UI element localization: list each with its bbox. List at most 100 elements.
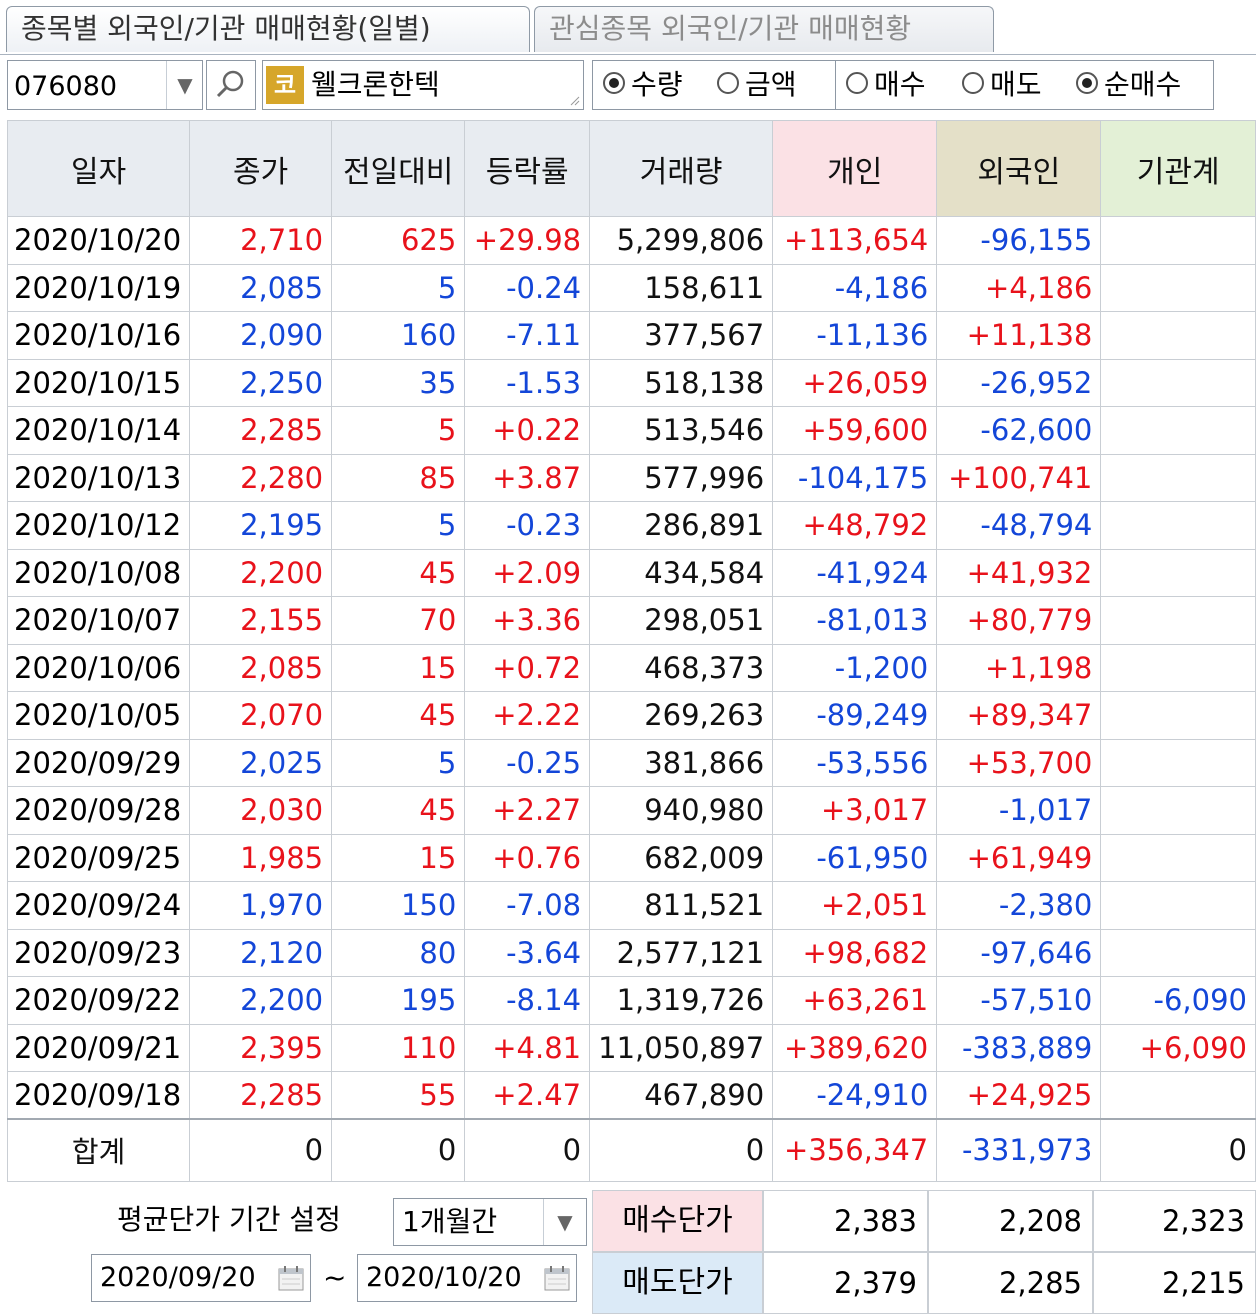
cell-date: 2020/09/28 [6, 786, 191, 835]
header-close[interactable]: 종가 [189, 120, 333, 217]
radio-amount[interactable]: 금액 [717, 61, 797, 109]
date-range-separator: ~ [323, 1261, 347, 1294]
cell-institution [1100, 501, 1256, 550]
cell-foreign: -2,380 [936, 881, 1102, 930]
cell-volume: 269,263 [589, 691, 774, 740]
header-volume[interactable]: 거래량 [589, 120, 774, 217]
table-row[interactable]: 2020/09/29 2,025 5 -0.25 381,866 -53,556 +53,7… [6, 738, 1256, 787]
table-row[interactable]: 2020/09/25 1,985 15 +0.76 682,009 -61,950 +61,… [6, 833, 1256, 882]
table-row[interactable]: 2020/09/18 2,285 55 +2.47 467,890 -24,910 +24,… [6, 1071, 1256, 1120]
cell-rate: -0.24 [464, 263, 591, 312]
radio-buy[interactable]: 매수 [846, 61, 926, 109]
cell-foreign: +41,932 [936, 548, 1102, 597]
cell-change: 150 [331, 881, 466, 930]
search-button[interactable] [206, 60, 256, 110]
cell-foreign: +24,925 [936, 1071, 1102, 1120]
table-row[interactable]: 2020/09/23 2,120 80 -3.64 2,577,121 +98,682 -9… [6, 928, 1256, 977]
cell-individual: +98,682 [772, 928, 938, 977]
table-row[interactable]: 2020/10/08 2,200 45 +2.09 434,584 -41,924 +41,… [6, 548, 1256, 597]
table-body: 2020/10/20 2,710 625 +29.98 5,299,806 +113,65… [6, 216, 1256, 1182]
table-row[interactable]: 2020/10/05 2,070 45 +2.22 269,263 -89,249 +89,… [6, 691, 1256, 740]
from-date-field[interactable]: 2020/09/20 [91, 1254, 311, 1302]
table-row[interactable]: 2020/10/14 2,285 5 +0.22 513,546 +59,600 -62,6… [6, 406, 1256, 455]
period-select[interactable]: 1개월간 ▼ [393, 1198, 587, 1246]
table-row[interactable]: 2020/10/20 2,710 625 +29.98 5,299,806 +113,65… [6, 216, 1256, 265]
cell-change: 5 [331, 263, 466, 312]
cell-close: 1,970 [189, 881, 333, 930]
tab-watchlist[interactable]: 관심종목 외국인/기관 매매현황 [534, 6, 994, 52]
header-rate[interactable]: 등락률 [464, 120, 591, 217]
buy-price-label: 매수단가 [592, 1190, 763, 1252]
stock-code-input[interactable] [8, 61, 166, 111]
buy-price-individual: 2,383 [763, 1190, 928, 1252]
cell-individual: -81,013 [772, 596, 938, 645]
header-change[interactable]: 전일대비 [331, 120, 466, 217]
cell-institution [1100, 358, 1256, 407]
table-row[interactable]: 2020/10/07 2,155 70 +3.36 298,051 -81,013 +80,… [6, 596, 1256, 645]
cell-date: 2020/09/24 [6, 881, 191, 930]
cell-institution [1100, 691, 1256, 740]
cell-close: 2,195 [189, 501, 333, 550]
cell-rate: +3.36 [464, 596, 591, 645]
header-foreign[interactable]: 외국인 [936, 120, 1102, 217]
table-row[interactable]: 2020/09/21 2,395 110 +4.81 11,050,897 +389,62… [6, 1023, 1256, 1072]
cell-change: 45 [331, 691, 466, 740]
cell-rate: -0.23 [464, 501, 591, 550]
cell-volume: 5,299,806 [589, 216, 774, 265]
stock-code-combobox[interactable]: ▼ [7, 60, 203, 111]
calendar-icon[interactable] [276, 1263, 306, 1293]
table-row[interactable]: 2020/10/19 2,085 5 -0.24 158,611 -4,186 +4,186 [6, 263, 1256, 312]
table-header-row: 일자 종가 전일대비 등락률 거래량 개인 외국인 기관계 [6, 120, 1256, 217]
radio-label: 매수 [874, 68, 926, 101]
cell-institution [1100, 786, 1256, 835]
cell-institution [1100, 311, 1256, 360]
cell-individual: +48,792 [772, 501, 938, 550]
cell-change: 15 [331, 833, 466, 882]
to-date-field[interactable]: 2020/10/20 [357, 1254, 577, 1302]
cell-change: 55 [331, 1071, 466, 1120]
cell-rate: -0.25 [464, 738, 591, 787]
radio-sell[interactable]: 매도 [962, 61, 1042, 109]
radio-unselected-icon [717, 72, 739, 94]
cell-volume: 11,050,897 [589, 1023, 774, 1072]
table-row[interactable]: 2020/09/24 1,970 150 -7.08 811,521 +2,051 -2,3… [6, 881, 1256, 930]
cell-volume: 434,584 [589, 548, 774, 597]
table-row[interactable]: 2020/10/16 2,090 160 -7.11 377,567 -11,136 +11… [6, 311, 1256, 360]
cell-individual: +63,261 [772, 976, 938, 1025]
radio-net-buy[interactable]: 순매수 [1076, 61, 1181, 109]
header-institution[interactable]: 기관계 [1100, 120, 1256, 217]
table-row[interactable]: 2020/10/15 2,250 35 -1.53 518,138 +26,059 -26,… [6, 358, 1256, 407]
cell-foreign: -57,510 [936, 976, 1102, 1025]
header-date[interactable]: 일자 [6, 120, 191, 217]
cell-date: 2020/10/20 [6, 216, 191, 265]
cell-rate: +0.72 [464, 643, 591, 692]
table-row[interactable]: 2020/10/12 2,195 5 -0.23 286,891 +48,792 -48,7… [6, 501, 1256, 550]
table-row[interactable]: 2020/09/22 2,200 195 -8.14 1,319,726 +63,261-… [6, 976, 1256, 1025]
cell-rate: +0.22 [464, 406, 591, 455]
cell-volume: 381,866 [589, 738, 774, 787]
tab-daily-by-stock[interactable]: 종목별 외국인/기관 매매현황(일별) [6, 6, 530, 52]
radio-label: 금액 [745, 68, 797, 101]
cell-close: 2,070 [189, 691, 333, 740]
chevron-down-icon[interactable]: ▼ [166, 61, 203, 109]
table-row[interactable]: 2020/10/13 2,280 85 +3.87 577,996 -104,175 +10… [6, 453, 1256, 502]
cell-date: 2020/10/08 [6, 548, 191, 597]
cell-change: 45 [331, 548, 466, 597]
total-institution: 0 [1100, 1118, 1256, 1182]
radio-quantity[interactable]: 수량 [603, 61, 683, 109]
total-close: 0 [189, 1118, 333, 1182]
cell-close: 2,155 [189, 596, 333, 645]
resize-grip-icon [570, 96, 580, 106]
cell-institution [1100, 881, 1256, 930]
cell-individual: -1,200 [772, 643, 938, 692]
calendar-icon[interactable] [542, 1263, 572, 1293]
cell-close: 2,250 [189, 358, 333, 407]
chevron-down-icon[interactable]: ▼ [543, 1199, 586, 1245]
table-row[interactable]: 2020/10/06 2,085 15 +0.72 468,373 -1,200 +1,19… [6, 643, 1256, 692]
cell-foreign: -96,155 [936, 216, 1102, 265]
cell-date: 2020/09/29 [6, 738, 191, 787]
sell-price-label: 매도단가 [592, 1252, 763, 1314]
cell-change: 195 [331, 976, 466, 1025]
header-individual[interactable]: 개인 [772, 120, 938, 217]
table-row[interactable]: 2020/09/28 2,030 45 +2.27 940,980 +3,017 -1,01… [6, 786, 1256, 835]
